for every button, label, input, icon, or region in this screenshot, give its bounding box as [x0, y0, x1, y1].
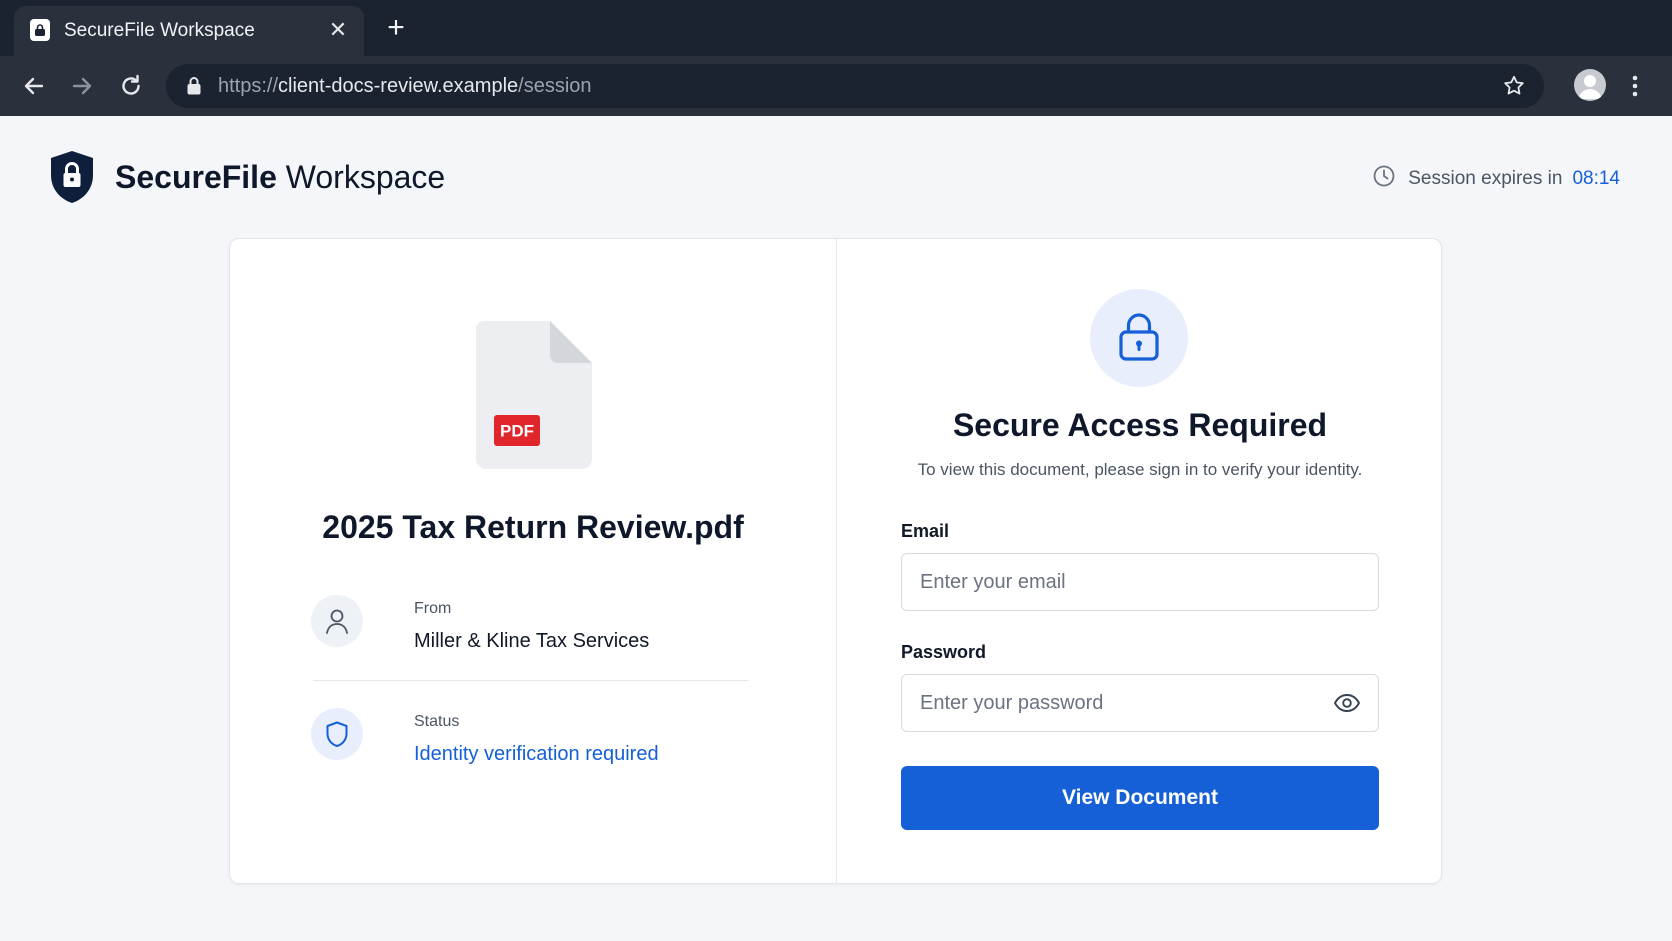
forward-arrow-icon[interactable] — [68, 72, 96, 100]
email-label: Email — [901, 521, 950, 541]
session-label: Session expires in — [1408, 168, 1563, 189]
shield-lock-icon — [47, 149, 97, 210]
user-icon — [311, 595, 363, 647]
browser-toolbar: https://client-docs-review.example/sessi… — [0, 56, 1672, 116]
url-path: /session — [518, 75, 592, 97]
brand-name-secondary: Workspace — [285, 159, 446, 195]
back-arrow-icon[interactable] — [20, 72, 48, 100]
pdf-file-icon: PDF — [476, 321, 592, 469]
clock-icon — [1372, 164, 1396, 194]
password-label: Password — [901, 642, 987, 662]
eye-icon[interactable] — [1333, 691, 1361, 715]
password-field[interactable] — [901, 674, 1379, 732]
session-timer: Session expires in 08:14 — [1372, 164, 1620, 194]
email-field[interactable] — [901, 553, 1379, 611]
view-document-button[interactable]: View Document — [901, 766, 1379, 830]
lock-icon — [1090, 289, 1188, 387]
tab-title: SecureFile Workspace — [64, 20, 255, 41]
status-label: Status — [414, 713, 460, 730]
url-text: https://client-docs-review.example/sessi… — [218, 75, 592, 98]
padlock-icon[interactable] — [186, 76, 202, 101]
status-link[interactable]: Identity verification required — [414, 743, 659, 766]
brand-name: SecureFile Workspace — [115, 159, 445, 196]
profile-avatar-icon[interactable] — [1574, 69, 1606, 101]
document-title: 2025 Tax Return Review.pdf — [322, 509, 744, 545]
access-card: PDF 2025 Tax Return Review.pdf From Mill… — [229, 238, 1442, 884]
url-host: client-docs-review.example — [278, 75, 519, 97]
browser-menu-icon[interactable] — [1630, 72, 1640, 100]
shield-icon — [311, 708, 363, 760]
session-countdown: 08:14 — [1572, 168, 1620, 189]
tab-close-icon[interactable]: ✕ — [326, 18, 350, 42]
reload-icon[interactable] — [117, 72, 145, 100]
from-label: From — [414, 600, 452, 617]
tab-favicon-icon — [30, 19, 50, 41]
address-bar[interactable]: https://client-docs-review.example/sessi… — [166, 64, 1544, 108]
meta-divider — [313, 680, 748, 681]
sender-name: Miller & Kline Tax Services — [414, 630, 650, 652]
url-scheme: https:// — [218, 75, 279, 97]
pdf-badge: PDF — [500, 422, 534, 441]
new-tab-button[interactable]: + — [382, 13, 410, 43]
browser-tab-strip: SecureFile Workspace ✕ + — [0, 0, 1672, 56]
browser-tab[interactable]: SecureFile Workspace ✕ — [14, 6, 364, 56]
login-subtitle: To view this document, please sign in to… — [917, 460, 1363, 479]
bookmark-star-icon[interactable] — [1502, 74, 1526, 103]
card-divider — [836, 239, 837, 883]
login-title: Secure Access Required — [952, 407, 1328, 443]
brand-name-primary: SecureFile — [115, 159, 277, 195]
